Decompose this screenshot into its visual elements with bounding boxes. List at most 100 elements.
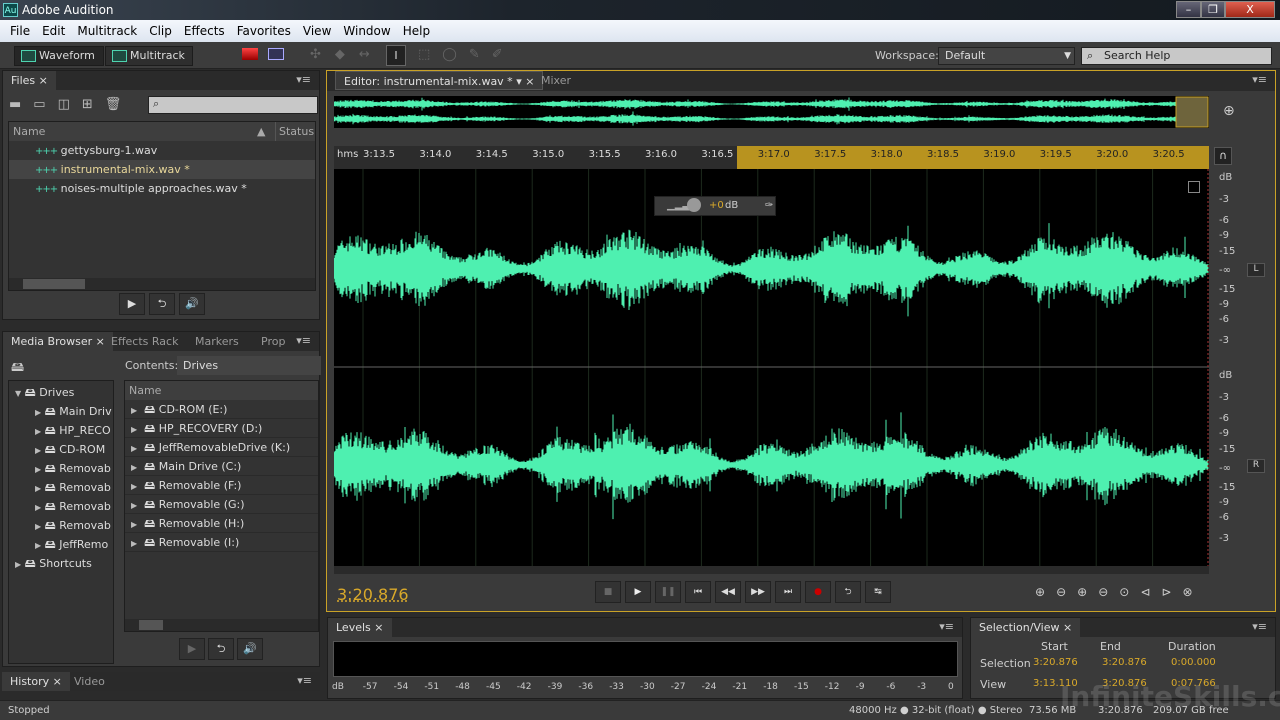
tree-item[interactable]: ▶ 🖴 Removab — [9, 497, 113, 516]
current-time[interactable]: 3:20.876 — [337, 585, 409, 604]
overview-view-range[interactable] — [1175, 96, 1209, 128]
expand-icon[interactable]: ▶ — [131, 482, 137, 491]
expand-icon[interactable]: ▶ — [35, 503, 41, 512]
minimize-button[interactable]: – — [1176, 1, 1201, 18]
panel-menu-icon[interactable]: ▾≡ — [297, 674, 312, 687]
go-to-end-button[interactable]: ⏭ — [775, 581, 801, 603]
tab-video[interactable]: Video — [66, 672, 113, 691]
expand-icon[interactable]: ▶ — [35, 465, 41, 474]
tree-item-drives[interactable]: ▼ 🖴 Drives — [9, 383, 113, 402]
panel-menu-icon[interactable]: ▾≡ — [939, 620, 954, 633]
column-status[interactable]: Status — [275, 122, 314, 141]
column-name[interactable]: Name — [13, 125, 45, 138]
menu-help[interactable]: Help — [397, 24, 436, 38]
pin-icon[interactable]: ✑ — [765, 197, 773, 215]
tree-item[interactable]: ▶ 🖴 JeffRemo — [9, 535, 113, 554]
loop-playback-button[interactable]: ⮌ — [835, 581, 861, 603]
panel-menu-icon[interactable]: ▾≡ — [1252, 73, 1267, 86]
expand-icon[interactable]: ▶ — [35, 541, 41, 550]
menu-file[interactable]: File — [4, 24, 36, 38]
drive-list-item[interactable]: ▶ 🖴 Removable (H:) — [125, 514, 318, 533]
horizontal-scrollbar[interactable] — [334, 566, 1209, 574]
waveform-display[interactable] — [334, 169, 1209, 566]
panel-menu-icon[interactable]: ▾≡ — [296, 334, 311, 347]
search-help-input[interactable]: ⌕ Search Help — [1081, 47, 1272, 65]
spectral-display-icon[interactable] — [242, 48, 258, 60]
tab-media-browser[interactable]: Media Browser × — [3, 332, 113, 351]
panel-menu-icon[interactable]: ▾≡ — [296, 73, 311, 86]
selection-duration[interactable]: 0:00.000 — [1171, 657, 1216, 668]
zoom-icon[interactable]: ⊕ — [1223, 103, 1235, 119]
tab-mixer[interactable]: Mixer — [533, 71, 579, 90]
tab-files[interactable]: Files × — [3, 71, 56, 90]
tab-selection-view[interactable]: Selection/View × — [971, 618, 1081, 637]
contents-select[interactable]: Drives — [177, 356, 321, 375]
column-name[interactable]: Name — [125, 381, 318, 400]
drive-list-item[interactable]: ▶ 🖴 Removable (G:) — [125, 495, 318, 514]
tree-item-shortcuts[interactable]: ▶ 🖴 Shortcuts — [9, 554, 113, 573]
fast-forward-button[interactable]: ▶▶ — [745, 581, 771, 603]
gain-hud[interactable]: ▁▂▃ +0 dB ✑ — [654, 196, 776, 216]
auto-play-icon[interactable]: 🔊 — [179, 293, 205, 315]
horizontal-scrollbar[interactable] — [125, 619, 318, 631]
drive-list-item[interactable]: ▶ 🖴 Removable (I:) — [125, 533, 318, 552]
files-toolbar-icons[interactable]: ▬▭◫⊞🗑 — [9, 97, 133, 112]
expand-icon[interactable]: ▶ — [131, 463, 137, 472]
menu-effects[interactable]: Effects — [178, 24, 231, 38]
file-item[interactable]: +++ gettysburg-1.wav — [9, 141, 315, 160]
tab-levels[interactable]: Levels × — [328, 618, 392, 637]
tab-properties[interactable]: Prop — [253, 332, 293, 351]
tab-editor[interactable]: Editor: instrumental-mix.wav * ▾ × — [335, 71, 544, 90]
right-channel-button[interactable]: R — [1247, 459, 1265, 473]
close-button[interactable]: X — [1225, 1, 1275, 18]
left-channel-button[interactable]: L — [1247, 263, 1265, 277]
spectral-pitch-icon[interactable] — [268, 48, 284, 60]
multitrack-view-button[interactable]: Multitrack — [105, 46, 193, 66]
files-search-input[interactable]: ⌕ — [148, 96, 318, 114]
drive-list-item[interactable]: ▶ 🖴 HP_RECOVERY (D:) — [125, 419, 318, 438]
time-selection-tool-icon[interactable]: I — [386, 45, 406, 66]
gain-value[interactable]: +0 — [709, 197, 724, 215]
horizontal-scrollbar[interactable] — [9, 278, 315, 290]
tab-history[interactable]: History × — [2, 672, 70, 691]
expand-icon[interactable]: ▶ — [131, 425, 137, 434]
drive-list-item[interactable]: ▶ 🖴 Main Drive (C:) — [125, 457, 318, 476]
tree-item[interactable]: ▶ 🖴 HP_RECO — [9, 421, 113, 440]
pause-button[interactable]: ❚❚ — [655, 581, 681, 603]
tree-item[interactable]: ▶ 🖴 CD-ROM — [9, 440, 113, 459]
tool-icons[interactable]: ✣◆↔ — [310, 47, 384, 62]
loop-button[interactable]: ⮌ — [208, 638, 234, 660]
expand-icon[interactable]: ▶ — [131, 444, 137, 453]
drive-list-item[interactable]: ▶ 🖴 JeffRemovableDrive (K:) — [125, 438, 318, 457]
expand-icon[interactable]: ▶ — [35, 484, 41, 493]
play-button[interactable]: ▶ — [625, 581, 651, 603]
drive-list-item[interactable]: ▶ 🖴 CD-ROM (E:) — [125, 400, 318, 419]
stop-button[interactable]: ■ — [595, 581, 621, 603]
expand-icon[interactable]: ▶ — [35, 408, 41, 417]
selection-tool-icons[interactable]: ⬚◯✎✐ — [418, 47, 515, 62]
workspace-select[interactable]: Default ▼ — [938, 47, 1075, 65]
skip-selection-button[interactable]: ↹ — [865, 581, 891, 603]
tree-item[interactable]: ▶ 🖴 Removab — [9, 478, 113, 497]
selection-start[interactable]: 3:20.876 — [1033, 657, 1078, 668]
scrollbar-thumb[interactable] — [23, 279, 85, 289]
zoom-controls[interactable]: ⊕⊖⊕⊖⊙⊲⊳⊗ — [1035, 585, 1204, 599]
time-ruler[interactable]: hms 3:13.5 3:14.0 3:14.5 3:15.0 3:15.5 3:16.0 3… — [334, 146, 1209, 169]
expand-icon[interactable]: ▶ — [35, 522, 41, 531]
menu-window[interactable]: Window — [337, 24, 396, 38]
overview-waveform[interactable] — [334, 96, 1209, 128]
tree-item[interactable]: ▶ 🖴 Main Driv — [9, 402, 113, 421]
menu-multitrack[interactable]: Multitrack — [71, 24, 143, 38]
expand-icon[interactable]: ▶ — [35, 446, 41, 455]
snap-magnet-icon[interactable]: ∩ — [1214, 147, 1232, 165]
expand-icon[interactable]: ▶ — [131, 520, 137, 529]
tab-effects-rack[interactable]: Effects Rack — [103, 332, 186, 351]
tree-item[interactable]: ▶ 🖴 Removab — [9, 459, 113, 478]
auto-play-icon[interactable]: 🔊 — [237, 638, 263, 660]
play-button[interactable]: ▶ — [179, 638, 205, 660]
chevron-down-icon[interactable]: ▾ — [516, 75, 522, 88]
go-to-start-button[interactable]: ⏮ — [685, 581, 711, 603]
panel-menu-icon[interactable]: ▾≡ — [1252, 620, 1267, 633]
tab-markers[interactable]: Markers — [187, 332, 247, 351]
play-button[interactable]: ▶ — [119, 293, 145, 315]
